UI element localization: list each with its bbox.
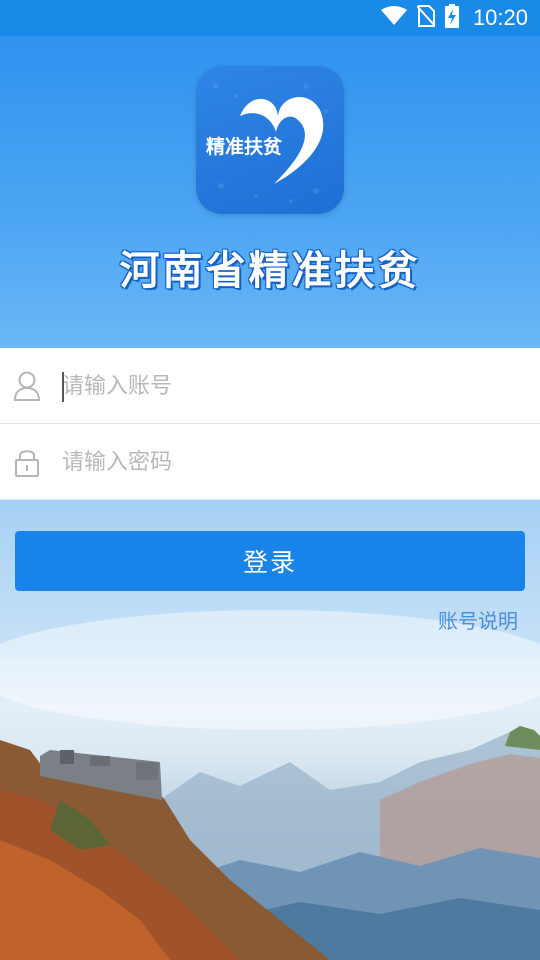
account-help-link[interactable]: 账号说明 (438, 605, 518, 634)
text-cursor (62, 372, 64, 402)
header-banner: 精准扶贫 河南省精准扶贫 (0, 36, 540, 348)
battery-charging-icon (444, 4, 459, 32)
app-logo: 精准扶贫 (196, 66, 344, 214)
password-input[interactable] (62, 442, 512, 482)
username-row (0, 348, 540, 424)
login-button[interactable]: 登录 (15, 531, 525, 591)
lock-icon (14, 447, 40, 477)
no-sim-icon (416, 5, 436, 31)
status-bar: 10:20 (0, 0, 540, 36)
wifi-icon (380, 6, 407, 30)
logo-text: 精准扶贫 (206, 136, 283, 158)
username-input[interactable] (62, 366, 512, 406)
app-title: 河南省精准扶贫 (119, 248, 421, 294)
status-icons: 10:20 (380, 0, 528, 36)
login-form (0, 348, 540, 500)
status-time: 10:20 (472, 5, 528, 30)
password-row (0, 424, 540, 500)
user-icon (13, 371, 41, 401)
